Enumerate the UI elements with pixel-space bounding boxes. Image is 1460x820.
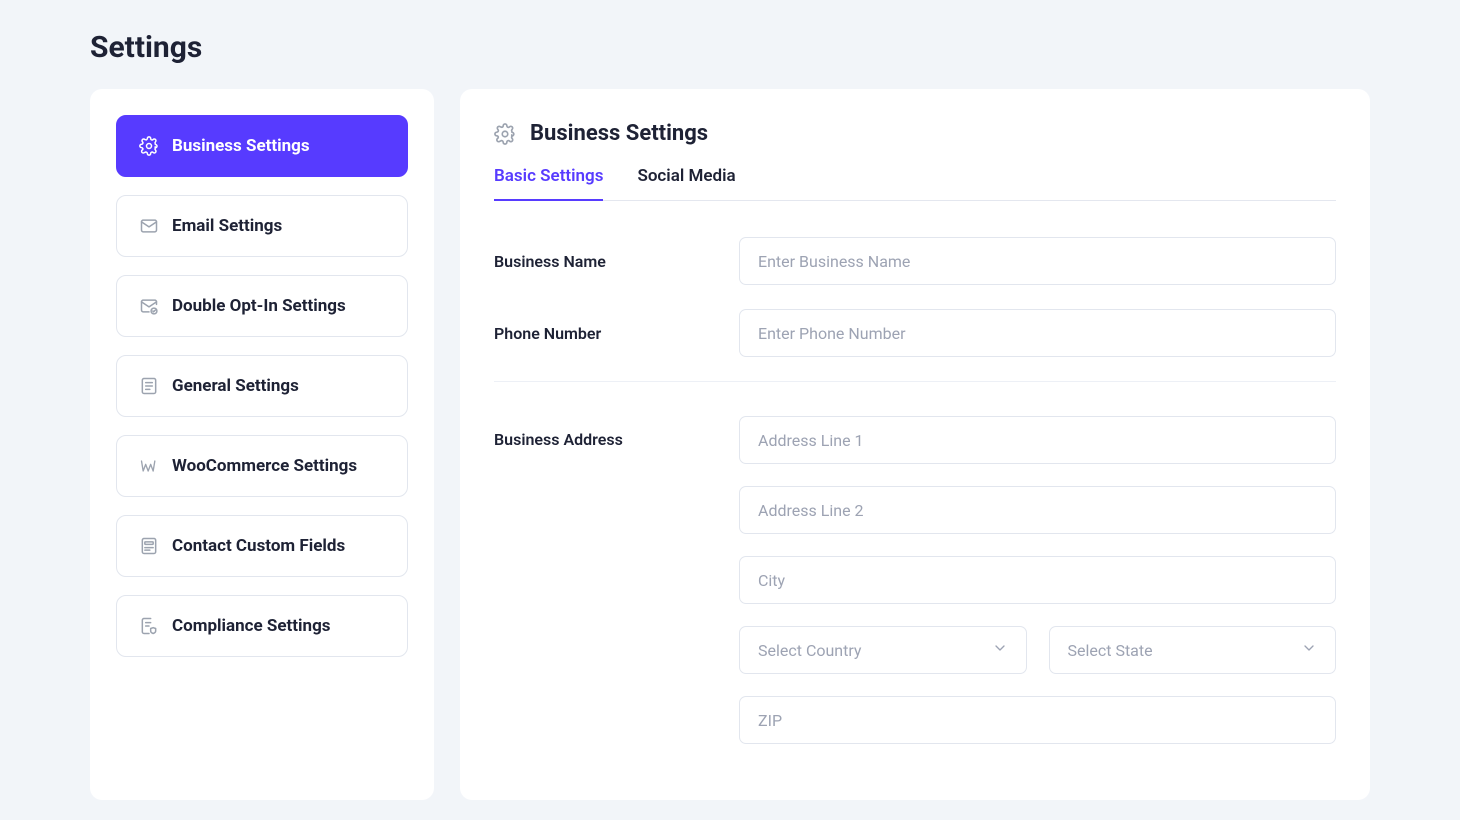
phone-number-input[interactable]	[739, 309, 1336, 357]
mail-icon	[139, 216, 159, 236]
address-line-1-input[interactable]	[739, 416, 1336, 464]
zip-input[interactable]	[739, 696, 1336, 744]
label-business-name: Business Name	[494, 252, 739, 271]
document-shield-icon	[139, 616, 159, 636]
form-fields-icon	[139, 536, 159, 556]
sidebar-item-email-settings[interactable]: Email Settings	[116, 195, 408, 257]
woocommerce-icon	[139, 456, 159, 476]
sidebar-item-label: Contact Custom Fields	[172, 536, 345, 556]
address-line-2-input[interactable]	[739, 486, 1336, 534]
mail-check-icon	[139, 296, 159, 316]
sidebar-item-label: Compliance Settings	[172, 616, 331, 636]
sidebar-item-label: Email Settings	[172, 216, 282, 236]
state-select[interactable]: Select State	[1049, 626, 1337, 674]
city-input[interactable]	[739, 556, 1336, 604]
business-name-input[interactable]	[739, 237, 1336, 285]
label-phone-number: Phone Number	[494, 324, 739, 343]
settings-tabs: Basic Settings Social Media	[494, 166, 1336, 201]
settings-sidebar: Business Settings Email Settings Double …	[90, 89, 434, 800]
gear-icon	[494, 123, 516, 145]
document-lines-icon	[139, 376, 159, 396]
main-panel: Business Settings Basic Settings Social …	[460, 89, 1370, 800]
section-divider	[494, 381, 1336, 382]
gear-icon	[139, 136, 159, 156]
page-title: Settings	[90, 30, 1370, 65]
sidebar-item-general-settings[interactable]: General Settings	[116, 355, 408, 417]
sidebar-item-compliance-settings[interactable]: Compliance Settings	[116, 595, 408, 657]
label-business-address: Business Address	[494, 416, 739, 449]
sidebar-item-label: Double Opt-In Settings	[172, 296, 346, 316]
chevron-down-icon	[992, 640, 1008, 660]
sidebar-item-woocommerce-settings[interactable]: WooCommerce Settings	[116, 435, 408, 497]
country-select-placeholder: Select Country	[758, 641, 862, 660]
sidebar-item-label: WooCommerce Settings	[172, 456, 357, 476]
sidebar-item-label: Business Settings	[172, 136, 310, 156]
state-select-placeholder: Select State	[1068, 641, 1153, 660]
country-select[interactable]: Select Country	[739, 626, 1027, 674]
panel-title: Business Settings	[530, 121, 708, 146]
sidebar-item-business-settings[interactable]: Business Settings	[116, 115, 408, 177]
tab-basic-settings[interactable]: Basic Settings	[494, 166, 603, 200]
sidebar-item-double-opt-in[interactable]: Double Opt-In Settings	[116, 275, 408, 337]
sidebar-item-label: General Settings	[172, 376, 299, 396]
sidebar-item-contact-custom-fields[interactable]: Contact Custom Fields	[116, 515, 408, 577]
chevron-down-icon	[1301, 640, 1317, 660]
tab-social-media[interactable]: Social Media	[637, 166, 735, 200]
